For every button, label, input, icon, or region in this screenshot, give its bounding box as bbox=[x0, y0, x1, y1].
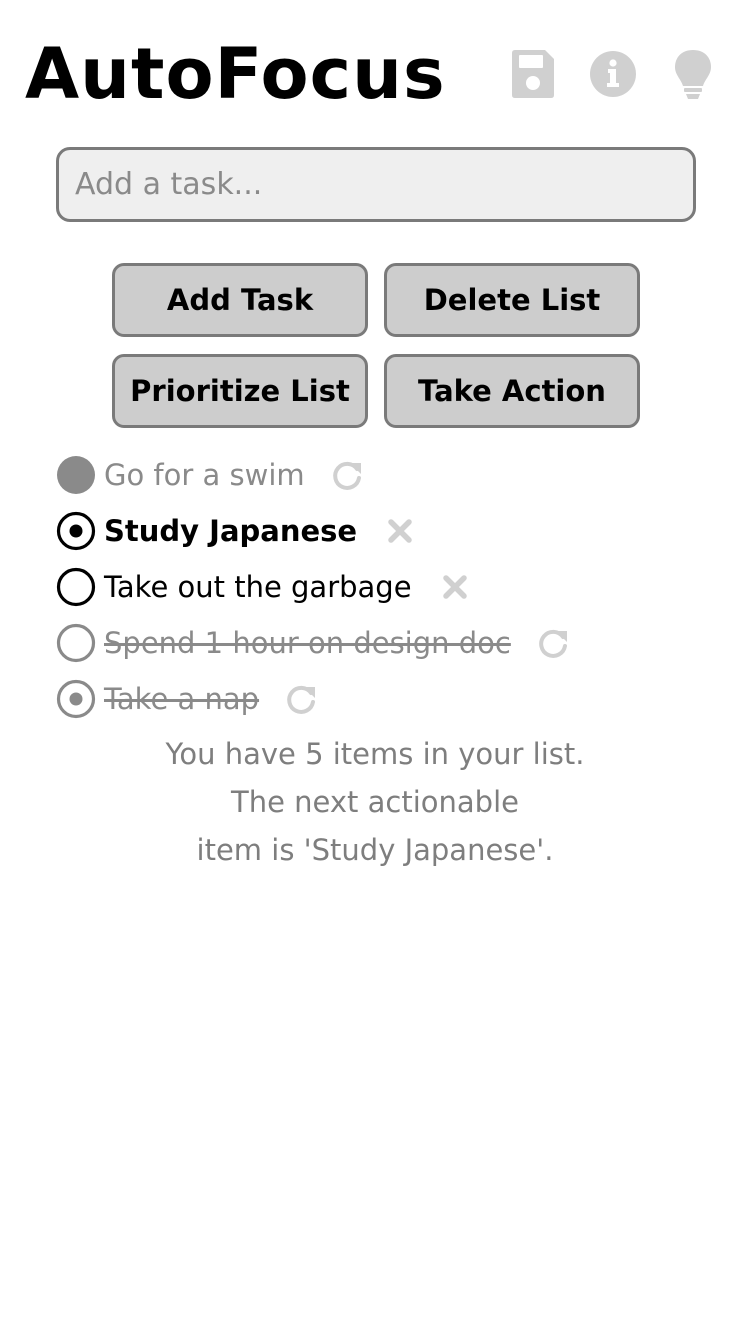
task-item: Go for a swim bbox=[56, 447, 736, 503]
add-task-button[interactable]: Add Task bbox=[112, 263, 368, 337]
task-radio[interactable] bbox=[56, 455, 96, 495]
save-icon[interactable] bbox=[509, 48, 557, 100]
task-label: Take a nap bbox=[104, 682, 260, 716]
task-label: Go for a swim bbox=[104, 458, 305, 492]
task-label: Spend 1 hour on design doc bbox=[104, 626, 511, 660]
task-radio[interactable] bbox=[56, 511, 96, 551]
prioritize-list-button[interactable]: Prioritize List bbox=[112, 354, 368, 428]
task-radio[interactable] bbox=[56, 679, 96, 719]
task-radio[interactable] bbox=[56, 623, 96, 663]
task-item: Study Japanese bbox=[56, 503, 736, 559]
redo-icon[interactable] bbox=[537, 626, 571, 660]
redo-icon[interactable] bbox=[285, 682, 319, 716]
take-action-button[interactable]: Take Action bbox=[384, 354, 640, 428]
task-label: Study Japanese bbox=[104, 514, 358, 548]
task-item: Take out the garbage bbox=[56, 559, 736, 615]
task-list: Go for a swim Study Japanese Take out th… bbox=[56, 447, 736, 727]
status-line: You have 5 items in your list. bbox=[165, 737, 585, 771]
header: AutoFocus bbox=[0, 0, 750, 130]
task-radio[interactable] bbox=[56, 567, 96, 607]
task-input[interactable] bbox=[56, 147, 696, 222]
task-item: Spend 1 hour on design doc bbox=[56, 615, 736, 671]
task-item: Take a nap bbox=[56, 671, 736, 727]
redo-icon[interactable] bbox=[331, 458, 365, 492]
status-line: item is 'Study Japanese'. bbox=[196, 833, 554, 867]
task-label: Take out the garbage bbox=[104, 570, 412, 604]
lightbulb-icon[interactable] bbox=[669, 48, 717, 100]
info-icon[interactable] bbox=[589, 48, 637, 100]
delete-icon[interactable] bbox=[383, 514, 417, 548]
delete-list-button[interactable]: Delete List bbox=[384, 263, 640, 337]
status-line: The next actionable bbox=[231, 785, 519, 819]
delete-icon[interactable] bbox=[438, 570, 472, 604]
app-title: AutoFocus bbox=[25, 33, 446, 115]
status-message: You have 5 items in your list. The next … bbox=[0, 730, 750, 874]
